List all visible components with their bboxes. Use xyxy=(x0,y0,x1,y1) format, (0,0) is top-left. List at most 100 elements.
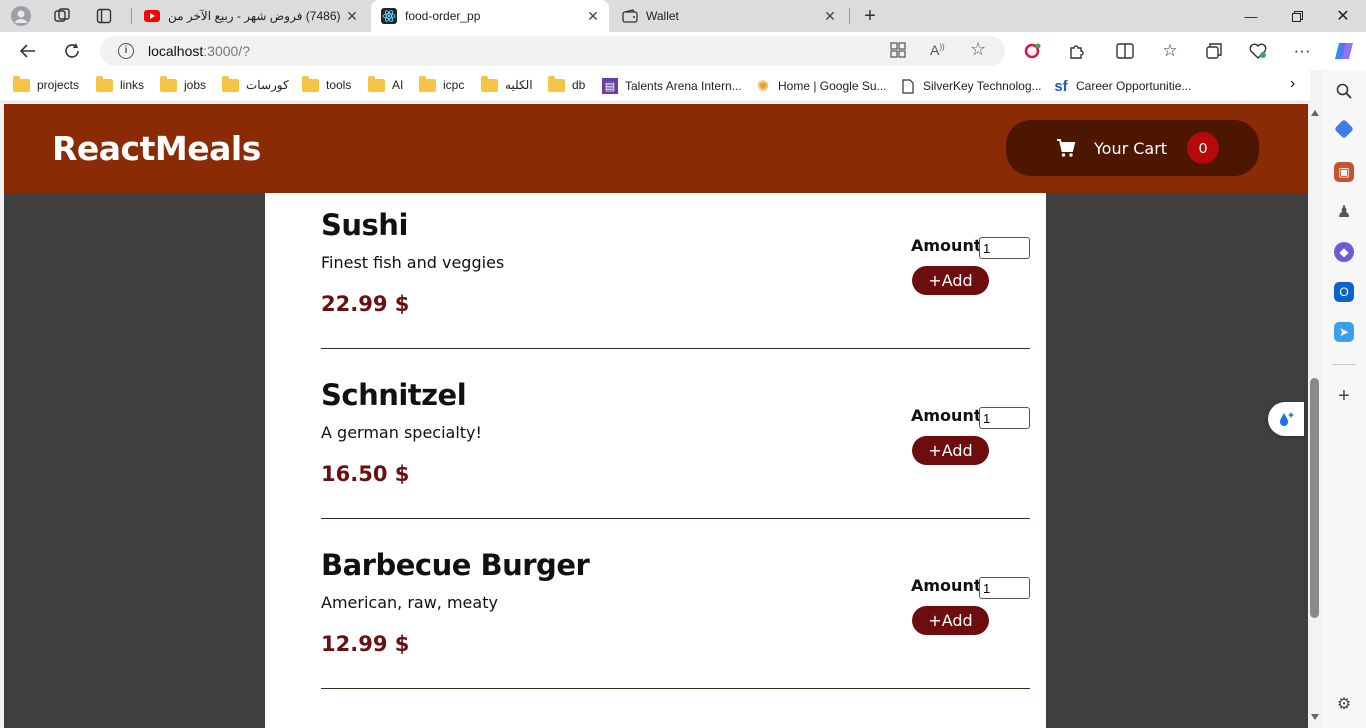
bookmark-folder[interactable]: AI xyxy=(368,75,403,92)
add-sidebar-app-icon[interactable]: + xyxy=(1334,385,1354,407)
close-tab-icon[interactable]: ✕ xyxy=(342,8,362,25)
folder-icon xyxy=(419,75,436,92)
tab-wallet[interactable]: Wallet ✕ xyxy=(612,0,846,32)
add-to-cart-button[interactable]: +Add xyxy=(912,436,989,465)
games-icon[interactable]: ♟ xyxy=(1334,202,1354,222)
copilot-icon[interactable] xyxy=(1332,40,1356,62)
bookmark-folder[interactable]: الكليه xyxy=(481,75,533,92)
favorites-icon[interactable]: ☆ xyxy=(1158,40,1182,62)
meal-name: Barbecue Burger xyxy=(321,548,590,582)
site-info-icon[interactable]: i xyxy=(118,43,134,59)
add-to-cart-button[interactable]: +Add xyxy=(912,606,989,635)
more-bookmarks-chevron-icon[interactable]: › xyxy=(1290,75,1295,93)
bookmark-folder[interactable]: كورسات xyxy=(222,75,289,92)
youtube-icon xyxy=(144,8,160,24)
bookmark-link[interactable]: SilverKey Technolog... xyxy=(900,78,1042,94)
bookmark-link[interactable]: ▤ Talents Arena Intern... xyxy=(602,78,742,94)
scroll-up-icon[interactable] xyxy=(1311,110,1319,116)
microsoft365-icon[interactable]: ◆ xyxy=(1334,242,1354,262)
cart-count-badge: 0 xyxy=(1187,132,1220,164)
tools-icon[interactable]: ▣ xyxy=(1334,162,1354,182)
page-scrollbar[interactable] xyxy=(1308,104,1322,728)
tab-youtube[interactable]: (7486) فروض شهر - ربيع الآخر من ✕ xyxy=(134,0,368,32)
refresh-icon[interactable] xyxy=(60,40,84,62)
telegram-icon[interactable]: ➤ xyxy=(1334,322,1354,342)
close-tab-icon[interactable]: ✕ xyxy=(820,8,840,25)
meal-name: Schnitzel xyxy=(321,378,467,412)
close-window-icon[interactable]: ✕ xyxy=(1320,0,1366,32)
page-icon xyxy=(900,78,916,94)
bookmark-folder[interactable]: db xyxy=(548,75,585,92)
meal-name: Sushi xyxy=(321,208,408,242)
amount-label: Amount xyxy=(911,406,982,425)
wallet-icon xyxy=(622,8,638,24)
extensions-icon[interactable] xyxy=(1065,40,1089,62)
split-screen-icon[interactable] xyxy=(1113,40,1137,62)
bookmark-folder[interactable]: icpc xyxy=(419,75,464,92)
close-tab-icon[interactable]: ✕ xyxy=(583,8,603,25)
amount-input[interactable] xyxy=(979,237,1030,259)
shopping-tag-icon[interactable] xyxy=(1334,119,1354,139)
meal-price: 16.50 $ xyxy=(321,462,410,486)
bookmark-folder[interactable]: projects xyxy=(13,75,79,92)
web-page: ReactMeals Your Cart 0 Sushi Finest fish… xyxy=(4,104,1308,728)
bookmark-folder[interactable]: jobs xyxy=(160,75,206,92)
restore-icon[interactable] xyxy=(1274,0,1320,32)
back-icon[interactable] xyxy=(16,40,40,62)
meal-price: 12.99 $ xyxy=(321,632,410,656)
favorite-star-icon[interactable]: ☆ xyxy=(970,39,986,60)
scroll-down-icon[interactable] xyxy=(1311,714,1319,720)
tab-title: food-order_pp xyxy=(405,9,481,23)
scrollbar-thumb[interactable] xyxy=(1310,378,1319,618)
folder-icon xyxy=(548,75,565,92)
amount-input[interactable] xyxy=(979,577,1030,599)
meal-description: A german specialty! xyxy=(321,423,482,442)
extension-opera-icon[interactable] xyxy=(1021,40,1045,62)
meals-list: Sushi Finest fish and veggies 22.99 $ Am… xyxy=(265,193,1046,728)
folder-icon xyxy=(222,75,239,92)
amount-label: Amount xyxy=(911,576,982,595)
folder-icon xyxy=(96,75,113,92)
browser-tab-strip: (7486) فروض شهر - ربيع الآخر من ✕ food-o… xyxy=(0,0,1366,32)
cart-icon xyxy=(1056,138,1076,158)
meal-item: Schnitzel A german specialty! 16.50 $ Am… xyxy=(321,349,1030,519)
app-available-icon[interactable] xyxy=(890,42,906,62)
new-tab-icon[interactable]: + xyxy=(860,5,880,27)
collections-icon[interactable] xyxy=(1202,40,1226,62)
sparkle-assistant-icon[interactable] xyxy=(1268,402,1304,436)
cart-label: Your Cart xyxy=(1094,138,1168,158)
browser-essentials-icon[interactable] xyxy=(1246,40,1270,62)
bookmark-link[interactable]: ✺ Home | Google Su... xyxy=(755,78,887,95)
tab-title: Wallet xyxy=(646,9,679,23)
cart-button[interactable]: Your Cart 0 xyxy=(1006,120,1259,176)
tab-actions-icon[interactable] xyxy=(94,6,114,26)
meal-price: 22.99 $ xyxy=(321,292,410,316)
minimize-icon[interactable]: — xyxy=(1228,0,1274,32)
more-menu-icon[interactable]: ··· xyxy=(1290,40,1314,62)
read-aloud-icon[interactable]: A)) xyxy=(930,42,945,58)
edge-sidebar: ▣ ♟ ◆ O ➤ + ⚙ xyxy=(1322,70,1366,728)
meal-item: Sushi Finest fish and veggies 22.99 $ Am… xyxy=(321,179,1030,349)
profile-icon[interactable] xyxy=(11,6,31,26)
bookmark-folder[interactable]: links xyxy=(96,75,144,92)
url-text: localhost:3000/? xyxy=(148,43,250,59)
folder-icon xyxy=(368,75,385,92)
tab-food-order[interactable]: food-order_pp ✕ xyxy=(371,0,609,32)
tab-title: (7486) فروض شهر - ربيع الآخر من xyxy=(168,9,341,23)
brand-title: ReactMeals xyxy=(52,129,261,168)
add-to-cart-button[interactable]: +Add xyxy=(912,266,989,295)
bookmark-link[interactable]: sf Career Opportunitie... xyxy=(1053,77,1191,95)
search-icon[interactable] xyxy=(1334,81,1354,101)
folder-icon xyxy=(13,75,30,92)
meal-description: Finest fish and veggies xyxy=(321,253,505,272)
bookmark-folder[interactable]: tools xyxy=(302,75,351,92)
meal-item: Barbecue Burger American, raw, meaty 12.… xyxy=(321,519,1030,689)
address-bar[interactable]: i localhost:3000/? A)) ☆ xyxy=(100,36,1005,66)
folder-icon xyxy=(481,75,498,92)
workspaces-icon[interactable] xyxy=(52,6,72,26)
outlook-icon[interactable]: O xyxy=(1334,282,1354,302)
amount-label: Amount xyxy=(911,236,982,255)
amount-input[interactable] xyxy=(979,407,1030,429)
settings-gear-icon[interactable]: ⚙ xyxy=(1334,694,1354,714)
sf-icon: sf xyxy=(1054,77,1068,95)
